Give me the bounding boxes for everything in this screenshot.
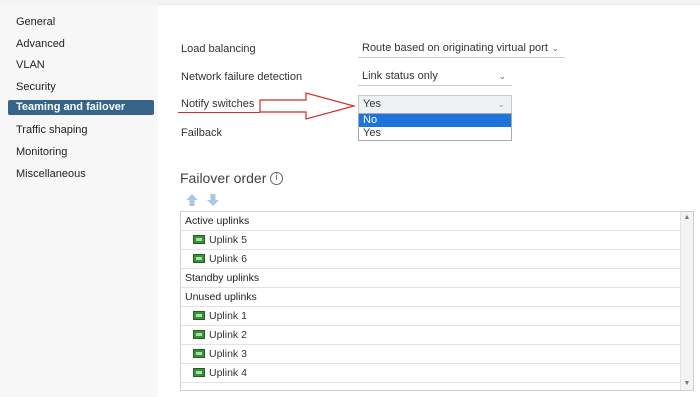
sidebar-item-traffic-shaping[interactable]: Traffic shaping — [8, 123, 154, 138]
chevron-down-icon: ⌄ — [497, 99, 505, 109]
arrow-up-icon[interactable] — [185, 193, 199, 207]
network-failure-detection-select[interactable]: Link status only ⌄ — [358, 68, 512, 86]
failover-order-table: Active uplinks Uplink 5 Uplink 6 Standby… — [180, 211, 694, 391]
sidebar-item-miscellaneous[interactable]: Miscellaneous — [8, 167, 154, 182]
load-balancing-label: Load balancing — [181, 43, 256, 55]
network-failure-detection-label: Network failure detection — [181, 71, 303, 83]
unused-uplinks-header: Unused uplinks — [181, 288, 682, 307]
uplink-icon — [193, 329, 205, 339]
table-row[interactable]: Uplink 2 — [181, 326, 682, 345]
uplink-label: Uplink 2 — [209, 329, 247, 341]
standby-uplinks-header: Standby uplinks — [181, 269, 682, 288]
uplink-label: Uplink 6 — [209, 253, 247, 265]
failback-label: Failback — [181, 127, 222, 139]
notify-switches-select[interactable]: Yes ⌄ — [358, 95, 512, 113]
table-row[interactable]: Uplink 3 — [181, 345, 682, 364]
uplink-icon — [193, 367, 205, 377]
load-balancing-value: Route based on originating virtual port — [362, 42, 548, 54]
scroll-down-icon[interactable]: ▼ — [681, 378, 693, 390]
sidebar-item-monitoring[interactable]: Monitoring — [8, 145, 154, 160]
uplink-label: Uplink 1 — [209, 310, 247, 322]
chevron-down-icon: ⌄ — [551, 43, 559, 53]
table-row[interactable]: Uplink 1 — [181, 307, 682, 326]
uplink-label: Uplink 5 — [209, 234, 247, 246]
arrow-down-icon[interactable] — [206, 193, 220, 207]
table-row[interactable]: Uplink 4 — [181, 364, 682, 383]
load-balancing-select[interactable]: Route based on originating virtual port … — [358, 40, 565, 58]
table-row[interactable]: Uplink 6 — [181, 250, 682, 269]
scroll-up-icon[interactable]: ▲ — [681, 212, 693, 224]
chevron-down-icon: ⌄ — [498, 71, 506, 81]
active-uplinks-header: Active uplinks — [181, 212, 682, 231]
sidebar-item-advanced[interactable]: Advanced — [8, 37, 154, 52]
settings-sidebar: General Advanced VLAN Security Teaming a… — [0, 4, 158, 397]
annotation-arrow-icon — [259, 92, 357, 120]
uplink-icon — [193, 310, 205, 320]
failover-order-title: Failover order — [180, 170, 267, 186]
annotation-underline — [178, 112, 260, 113]
network-failure-detection-value: Link status only — [362, 70, 438, 82]
uplink-label: Uplink 4 — [209, 367, 247, 379]
uplink-icon — [193, 234, 205, 244]
uplink-label: Uplink 3 — [209, 348, 247, 360]
sidebar-item-security[interactable]: Security — [8, 80, 154, 95]
uplink-icon — [193, 253, 205, 263]
table-scrollbar[interactable]: ▲ ▼ — [680, 212, 693, 390]
dropdown-option-yes[interactable]: Yes — [359, 127, 511, 140]
notify-switches-value: Yes — [363, 98, 381, 110]
sidebar-item-general[interactable]: General — [8, 15, 154, 30]
sidebar-item-vlan[interactable]: VLAN — [8, 58, 154, 73]
table-row[interactable]: Uplink 5 — [181, 231, 682, 250]
dropdown-option-no[interactable]: No — [359, 114, 511, 127]
info-icon[interactable]: i — [270, 172, 283, 185]
notify-switches-dropdown: No Yes — [358, 113, 512, 141]
sidebar-item-teaming-and-failover[interactable]: Teaming and failover — [8, 100, 154, 115]
uplink-icon — [193, 348, 205, 358]
notify-switches-label: Notify switches — [181, 98, 255, 110]
